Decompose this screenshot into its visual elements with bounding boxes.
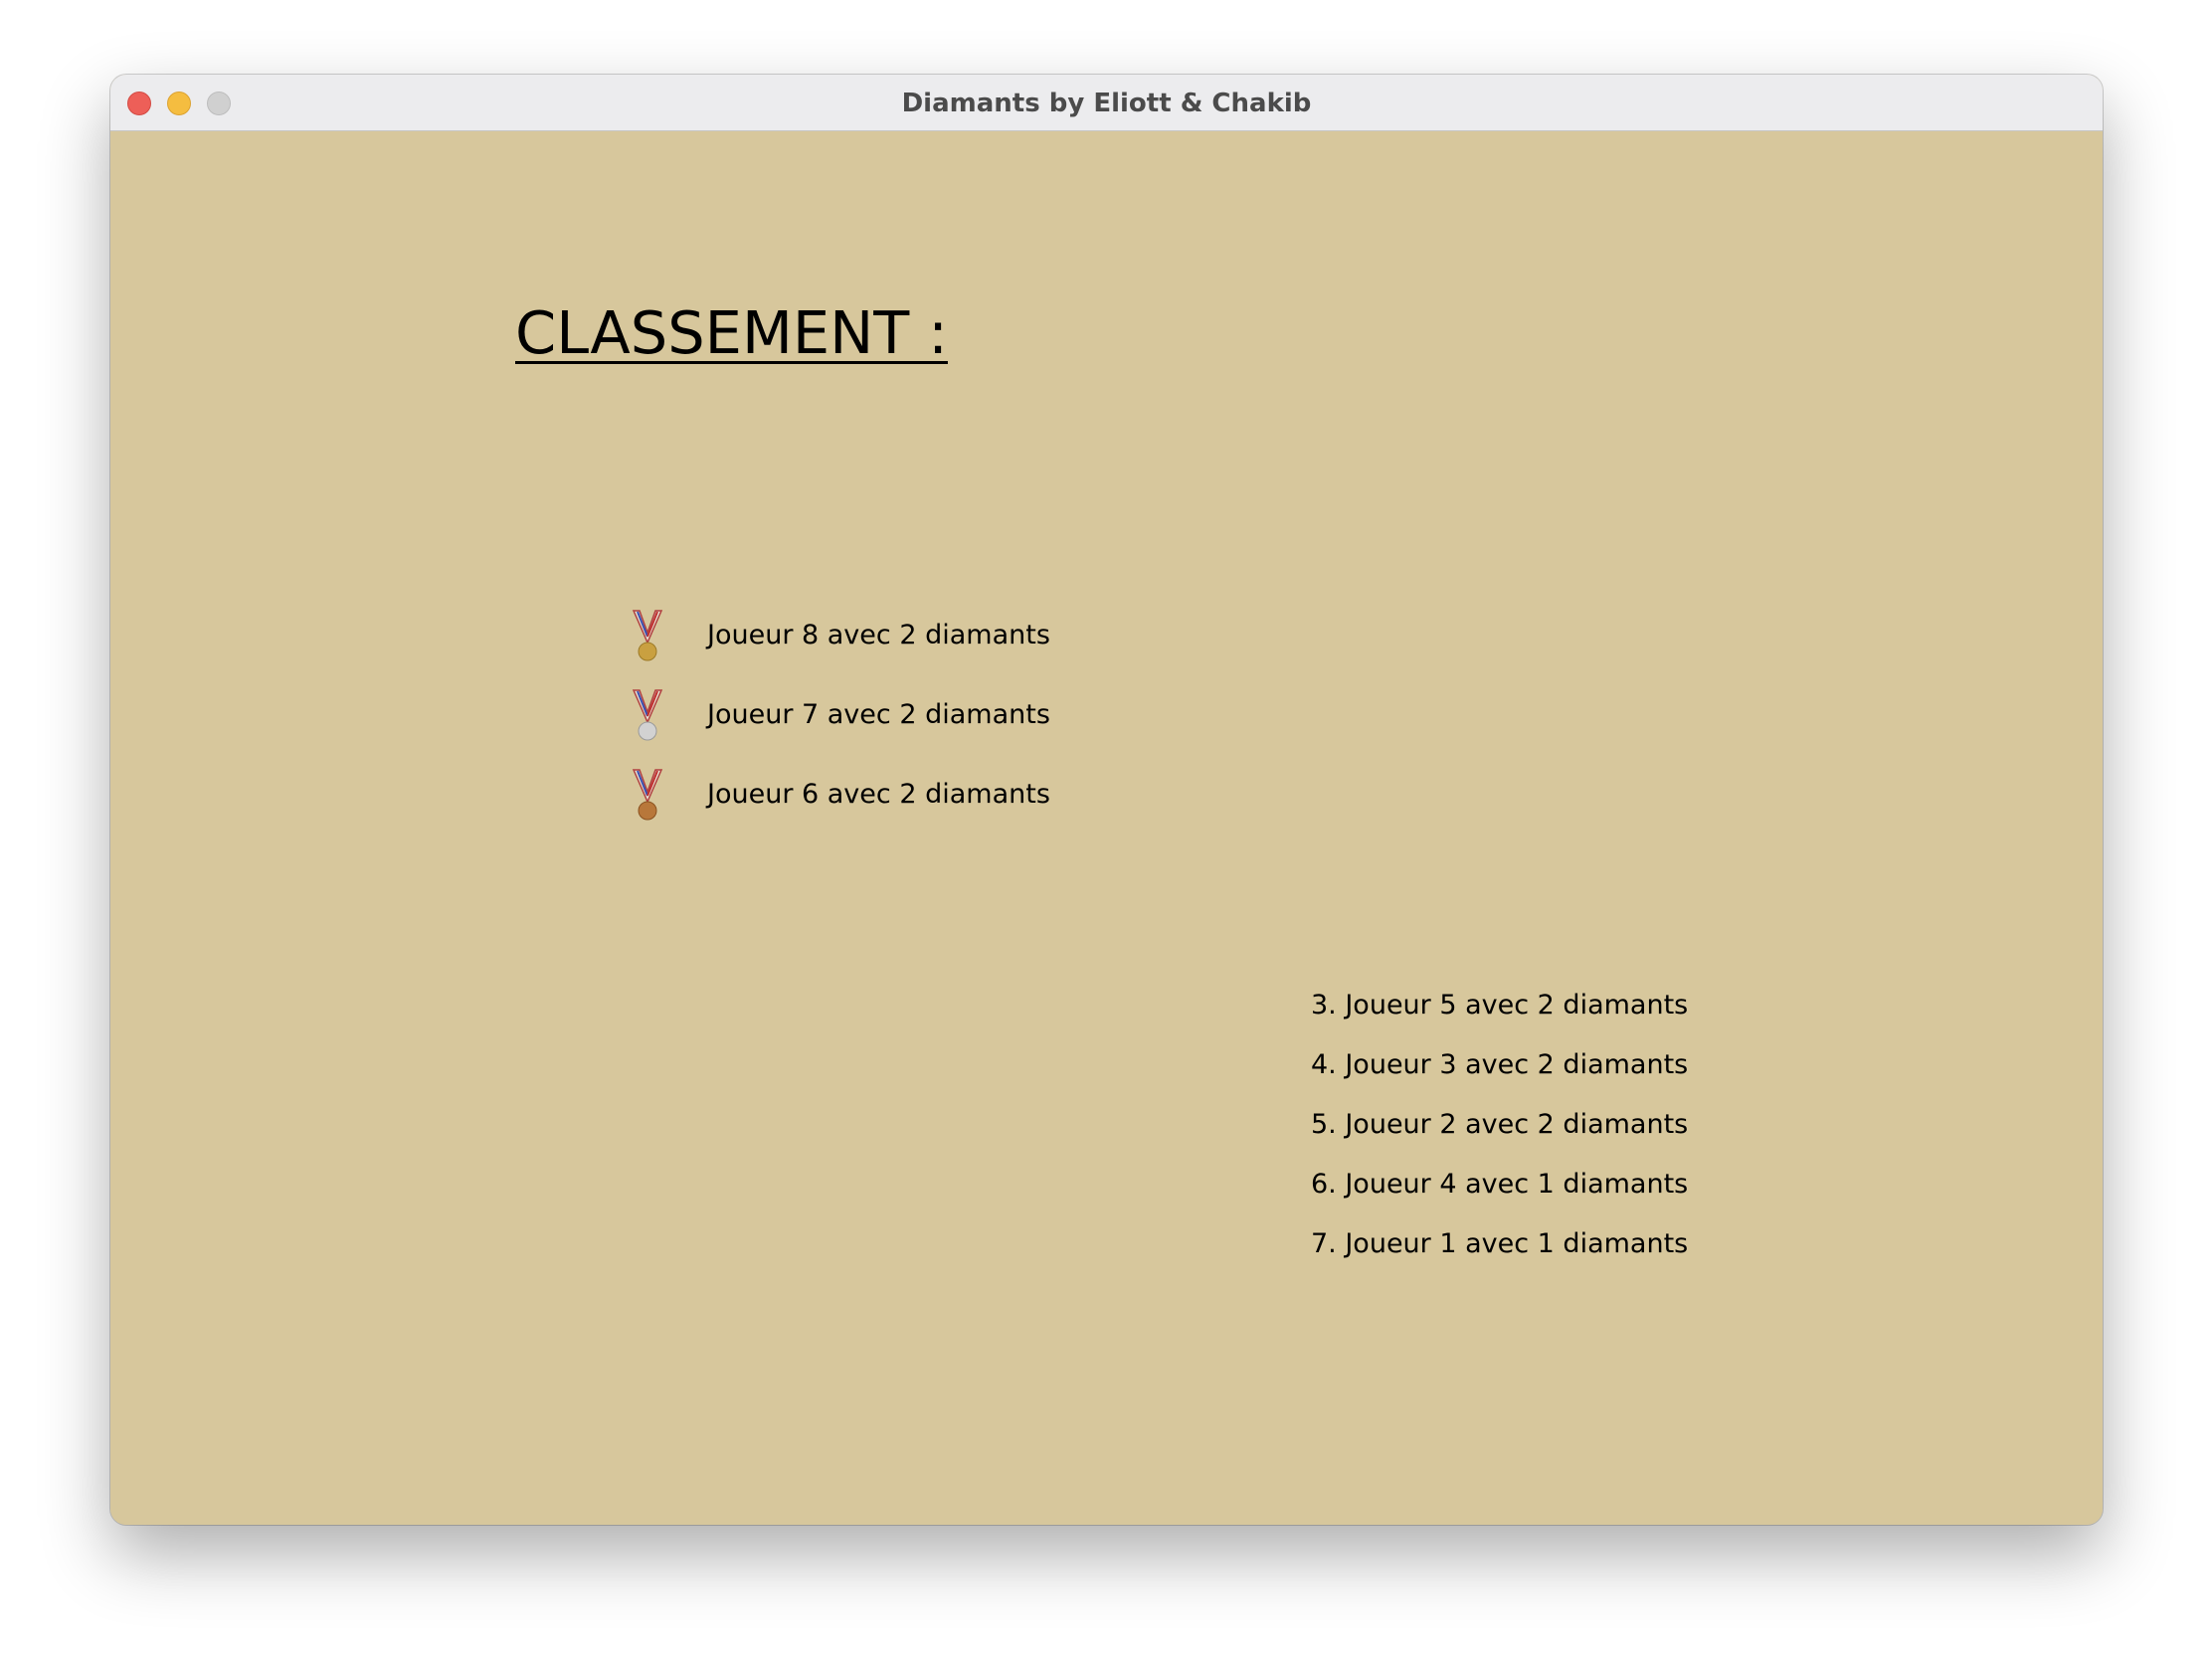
ranking-item: 7. Joueur 1 avec 1 diamants — [1311, 1228, 1689, 1259]
gold-medal-icon — [632, 610, 663, 661]
page-title: CLASSEMENT : — [515, 298, 948, 367]
bronze-medal-icon — [632, 769, 663, 821]
app-window: Diamants by Eliott & Chakib CLASSEMENT :… — [110, 75, 2103, 1525]
ranking-item: 5. Joueur 2 avec 2 diamants — [1311, 1109, 1689, 1140]
ranking-item: 6. Joueur 4 avec 1 diamants — [1311, 1169, 1689, 1200]
podium-row-first: Joueur 8 avec 2 diamants — [628, 609, 1224, 668]
podium-text: Joueur 8 avec 2 diamants — [707, 620, 1050, 650]
window-title: Diamants by Eliott & Chakib — [901, 89, 1312, 118]
leaderboard-panel: CLASSEMENT : Joueur 8 avec 2 diamants Jo… — [110, 131, 2103, 1525]
ranking-item: 3. Joueur 5 avec 2 diamants — [1311, 990, 1689, 1021]
podium-text: Joueur 6 avec 2 diamants — [707, 779, 1050, 810]
podium-row-second: Joueur 7 avec 2 diamants — [628, 688, 1224, 748]
title-bar[interactable]: Diamants by Eliott & Chakib — [110, 75, 2103, 131]
podium-row-third: Joueur 6 avec 2 diamants — [628, 768, 1224, 828]
ranking-item: 4. Joueur 3 avec 2 diamants — [1311, 1049, 1689, 1080]
podium-text: Joueur 7 avec 2 diamants — [707, 699, 1050, 730]
silver-medal-icon — [632, 689, 663, 741]
